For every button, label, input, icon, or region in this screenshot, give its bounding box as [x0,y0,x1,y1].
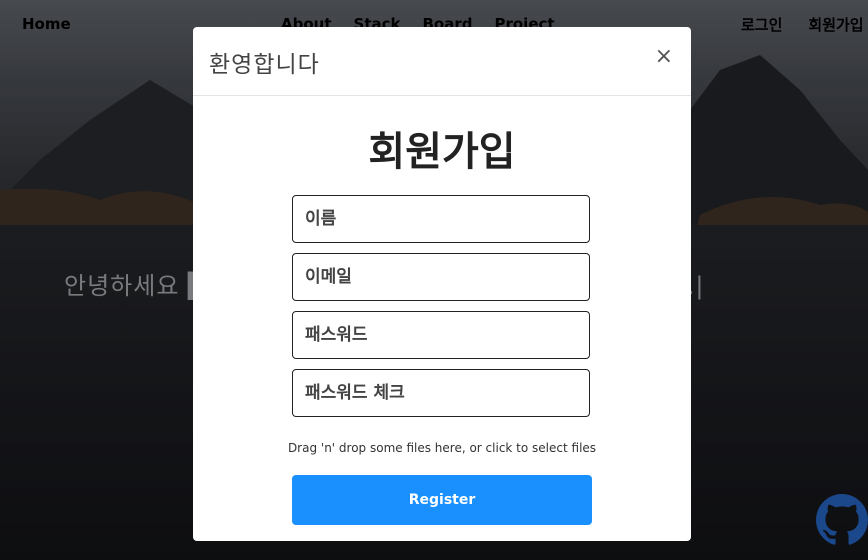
password-input[interactable] [292,311,590,359]
close-icon[interactable]: × [655,46,673,68]
password-check-input[interactable] [292,369,590,417]
register-button[interactable]: Register [292,475,592,525]
signup-modal: 환영합니다 × 회원가입 Drag 'n' drop some files he… [193,27,691,541]
file-dropzone[interactable]: Drag 'n' drop some files here, or click … [193,441,691,455]
form-title: 회원가입 [368,129,516,175]
modal-title: 환영합니다 [209,52,320,78]
email-input[interactable] [292,253,590,301]
name-input[interactable] [292,195,590,243]
modal-header: 환영합니다 × [193,27,691,96]
